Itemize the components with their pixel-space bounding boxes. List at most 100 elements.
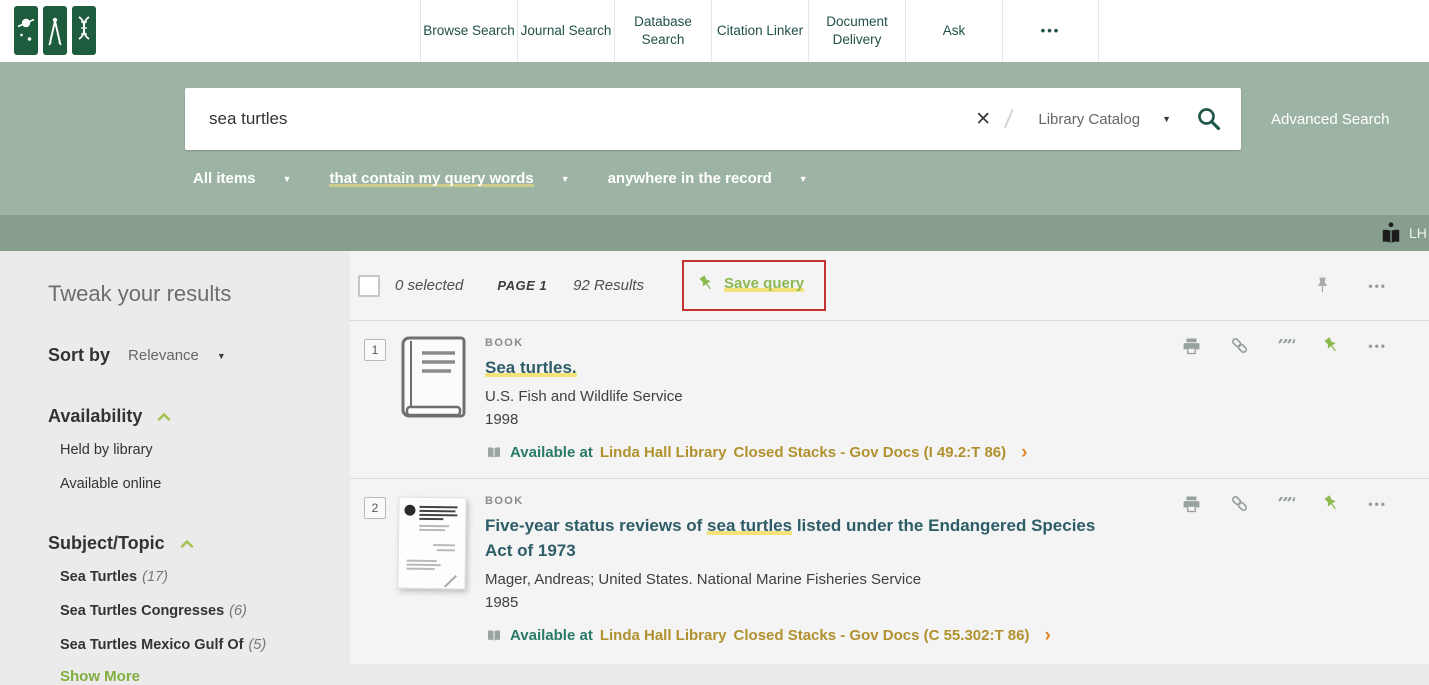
facet-held-by-library[interactable]: Held by library [48, 433, 330, 467]
chevron-right-icon: › [1044, 626, 1050, 645]
chevron-right-icon: › [1021, 443, 1027, 462]
result-title-link[interactable]: Sea turtles. [485, 355, 1027, 380]
printer-icon [1181, 494, 1202, 514]
facets-sidebar: Tweak your results Sort by Relevance ▼ A… [0, 251, 350, 664]
search-icon [1195, 105, 1223, 133]
results-header-actions: ••• [1313, 276, 1387, 295]
sidebar-title: Tweak your results [48, 281, 330, 307]
link-icon [1229, 493, 1250, 514]
chevron-up-icon [179, 538, 195, 549]
search-input[interactable] [185, 88, 961, 150]
nav-citation-linker[interactable]: Citation Linker [711, 0, 808, 62]
page-indicator: PAGE 1 [497, 278, 547, 293]
library-logo[interactable] [14, 6, 96, 55]
pin-icon [1322, 494, 1341, 513]
facet-count: (5) [248, 637, 266, 653]
more-actions-icon[interactable]: ••• [1368, 339, 1387, 353]
sort-value: Relevance [128, 347, 199, 364]
print-button[interactable] [1181, 494, 1202, 514]
facet-section-title: Availability [48, 406, 142, 427]
facet-available-online[interactable]: Available online [48, 467, 330, 501]
result-year: 1985 [485, 594, 1125, 611]
nav-journal-search[interactable]: Journal Search [517, 0, 614, 62]
availability-detail: Closed Stacks - Gov Docs (C 55.302:T 86) [734, 627, 1030, 644]
facet-count: (17) [142, 569, 168, 585]
result-title-link[interactable]: Five-year status reviews of sea turtles … [485, 513, 1125, 563]
availability-location: Linda Hall Library [600, 627, 727, 644]
open-book-icon [485, 444, 503, 462]
facet-section-title: Subject/Topic [48, 533, 165, 554]
nav-ask[interactable]: Ask [905, 0, 1002, 62]
sort-by-dropdown[interactable]: Sort by Relevance ▼ [48, 345, 330, 366]
citation-icon[interactable]: ”” [1277, 497, 1295, 511]
show-more-link[interactable]: Show More [48, 668, 330, 685]
result-authors: Mager, Andreas; United States. National … [485, 571, 1125, 588]
save-query-button[interactable]: Save query [697, 274, 804, 293]
page: Browse Search Journal Search Database Se… [0, 0, 1429, 664]
search-scope-dropdown[interactable]: Library Catalog ▼ [1012, 111, 1191, 128]
top-bar: Browse Search Journal Search Database Se… [0, 0, 1429, 62]
facet-count: (6) [229, 603, 247, 619]
facet-sea-turtles-mexico[interactable]: Sea Turtles Mexico Gulf Of(5) [48, 628, 330, 662]
filter-label: anywhere in the record [608, 170, 772, 187]
printer-icon [1181, 336, 1202, 356]
pin-item-button[interactable] [1322, 494, 1341, 513]
availability-location: Linda Hall Library [600, 444, 727, 461]
library-card-label: LH [1409, 225, 1427, 241]
library-card-icon [1380, 221, 1402, 245]
chevron-down-icon: ▼ [217, 351, 226, 361]
result-number: 2 [364, 497, 386, 519]
nav-more-menu-icon[interactable]: ••• [1002, 0, 1099, 62]
selected-count-label: 0 selected [395, 277, 463, 294]
facet-label: Sea Turtles Congresses [60, 603, 224, 619]
search-filter-row: All items ▼ that contain my query words … [193, 170, 808, 187]
library-card-badge[interactable]: LH [1380, 215, 1427, 251]
search-button[interactable] [1191, 105, 1241, 133]
results-count: 92 Results [573, 277, 644, 294]
main-nav: Browse Search Journal Search Database Se… [420, 0, 1099, 62]
availability-status: Available at [510, 627, 593, 644]
facet-section-subject[interactable]: Subject/Topic [48, 533, 330, 554]
agency-seal-icon [404, 505, 415, 516]
filter-field-dropdown[interactable]: anywhere in the record ▼ [608, 170, 808, 187]
result-thumbnail[interactable] [398, 497, 466, 589]
permalink-button[interactable] [1229, 493, 1250, 514]
more-options-icon[interactable]: ••• [1368, 279, 1387, 293]
logo-dna-icon [72, 6, 96, 55]
search-box: ✕ / Library Catalog ▼ [185, 88, 1241, 150]
sub-header-band: LH [0, 215, 1429, 251]
pin-results-button[interactable] [1313, 276, 1332, 295]
nav-browse-search[interactable]: Browse Search [420, 0, 517, 62]
filter-match-dropdown[interactable]: that contain my query words ▼ [329, 170, 569, 187]
facet-sea-turtles-congresses[interactable]: Sea Turtles Congresses (6) [48, 594, 330, 628]
nav-document-delivery[interactable]: Document Delivery [808, 0, 905, 62]
result-year: 1998 [485, 411, 1027, 428]
select-all-checkbox[interactable] [358, 275, 380, 297]
nav-database-search[interactable]: Database Search [614, 0, 711, 62]
availability-link[interactable]: Available at Linda Hall Library Closed S… [485, 443, 1027, 462]
clear-search-icon[interactable]: ✕ [961, 108, 1005, 131]
sort-label: Sort by [48, 345, 110, 366]
content-area: Tweak your results Sort by Relevance ▼ A… [0, 251, 1429, 664]
facet-section-availability[interactable]: Availability [48, 406, 330, 427]
citation-icon[interactable]: ”” [1277, 339, 1295, 353]
chevron-down-icon: ▼ [561, 174, 570, 184]
filter-item-type-dropdown[interactable]: All items ▼ [193, 170, 291, 187]
result-thumbnail[interactable] [395, 333, 469, 430]
more-actions-icon[interactable]: ••• [1368, 497, 1387, 511]
pin-item-button[interactable] [1322, 336, 1341, 355]
title-highlight: sea turtles [707, 516, 792, 535]
chevron-down-icon: ▼ [1162, 114, 1171, 124]
resource-type-label: BOOK [485, 495, 1125, 507]
permalink-button[interactable] [1229, 335, 1250, 356]
availability-link[interactable]: Available at Linda Hall Library Closed S… [485, 626, 1125, 645]
results-header: 0 selected PAGE 1 92 Results Save query [350, 251, 1429, 320]
facet-sea-turtles[interactable]: Sea Turtles(17) [48, 560, 330, 594]
availability-status: Available at [510, 444, 593, 461]
advanced-search-link[interactable]: Advanced Search [1271, 88, 1389, 150]
title-highlight: Sea turtles. [485, 358, 577, 377]
pin-icon [1313, 276, 1332, 295]
print-button[interactable] [1181, 336, 1202, 356]
logo-planet-icon [14, 6, 38, 55]
book-placeholder-icon [395, 333, 469, 425]
